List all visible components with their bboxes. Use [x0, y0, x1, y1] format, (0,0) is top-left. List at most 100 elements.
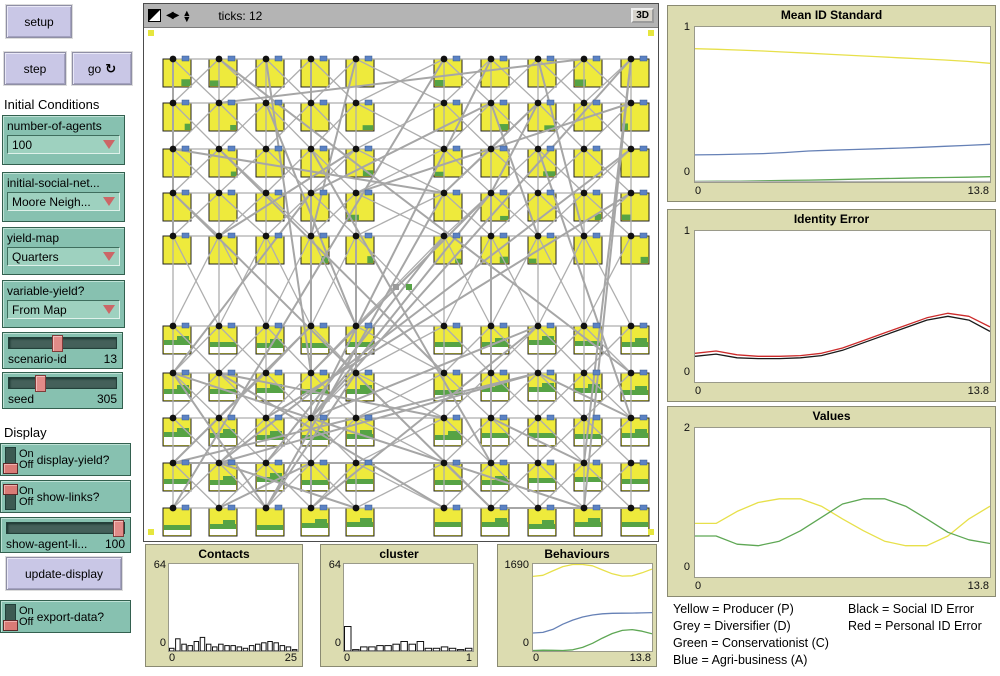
plot-mean-id-standard: Mean ID Standard 1 0 0 13.8 [667, 5, 996, 202]
x-axis-max: 13.8 [957, 185, 989, 197]
slider-value: 100 [105, 537, 125, 551]
chevron-down-icon [103, 305, 115, 314]
world-view[interactable] [146, 28, 656, 537]
world-widget: ◀▶ ▲▼ ticks: 12 3D [143, 3, 659, 542]
plot-behaviours: Behaviours 1690 0 0 13.8 [497, 544, 657, 667]
go-button-label: go [88, 62, 101, 76]
plot-canvas [169, 564, 298, 651]
switch-show-links[interactable]: OnOff show-links? [0, 480, 131, 513]
switch-handle[interactable] [3, 620, 18, 631]
slider-handle[interactable] [113, 520, 124, 537]
legend-line: Yellow = Producer (P) [673, 601, 829, 618]
x-axis-max: 13.8 [957, 580, 989, 592]
update-display-label: update-display [25, 567, 103, 581]
slider-groove[interactable] [8, 337, 117, 349]
slider-groove[interactable] [8, 377, 117, 389]
netlogo-app: { "control_bar": {"setup": "setup", "ste… [0, 0, 1000, 676]
horizontal-arrows-icon[interactable]: ◀▶ [166, 10, 177, 21]
slider-groove[interactable] [6, 522, 125, 534]
switch-track[interactable] [5, 447, 16, 473]
switch-onoff-labels: OnOff [19, 486, 34, 508]
chooser-value[interactable]: 100 [7, 135, 120, 154]
y-axis-min: 0 [670, 561, 690, 573]
plot-identity-error: Identity Error 1 0 0 13.8 [667, 209, 996, 402]
switch-handle[interactable] [3, 463, 18, 474]
plot-title: cluster [321, 547, 477, 561]
chevron-down-icon [103, 140, 115, 149]
legend-line: Red = Personal ID Error [848, 618, 982, 635]
legend-line: Grey = Diversifier (D) [673, 618, 829, 635]
chooser-initial-social-network[interactable]: initial-social-net... Moore Neigh... [2, 172, 125, 222]
plot-contacts: Contacts 64 0 0 25 [145, 544, 303, 667]
slider-handle[interactable] [52, 335, 63, 352]
slider-label: scenario-id [8, 352, 67, 366]
x-axis-max: 13.8 [619, 652, 651, 664]
chooser-number-of-agents[interactable]: number-of-agents 100 [2, 115, 125, 165]
switch-export-data[interactable]: OnOff export-data? [0, 600, 131, 633]
world-corner-patch [148, 529, 154, 535]
legend-line: Black = Social ID Error [848, 601, 982, 618]
chooser-label: variable-yield? [7, 284, 120, 298]
x-axis-min: 0 [533, 652, 539, 664]
setup-button[interactable]: setup [6, 5, 72, 38]
world-corner-patch [648, 529, 654, 535]
plot-canvas [533, 564, 652, 651]
chevron-down-icon [103, 197, 115, 206]
legend-error-colors: Black = Social ID Error Red = Personal I… [848, 601, 982, 635]
switch-track[interactable] [5, 604, 16, 630]
x-axis-max: 25 [267, 652, 297, 664]
chooser-value[interactable]: Quarters [7, 247, 120, 266]
section-display: Display [4, 425, 47, 440]
y-axis-min: 0 [148, 637, 166, 649]
plot-canvas [695, 27, 990, 182]
chooser-value[interactable]: Moore Neigh... [7, 192, 120, 211]
chevron-down-icon [103, 252, 115, 261]
forever-icon: ↻ [105, 61, 116, 77]
plot-cluster: cluster 64 0 0 1 [320, 544, 478, 667]
switch-display-yield[interactable]: OnOff display-yield? [0, 443, 131, 476]
world-toolbar: ◀▶ ▲▼ ticks: 12 3D [144, 4, 658, 28]
x-axis-min: 0 [695, 385, 701, 397]
plot-title: Contacts [146, 547, 302, 561]
ticks-counter: ticks: 12 [218, 9, 262, 23]
plot-title: Values [668, 409, 995, 423]
plot-values: Values 2 0 0 13.8 [667, 406, 996, 597]
switch-label: display-yield? [37, 453, 110, 467]
y-axis-max: 1 [670, 225, 690, 237]
x-axis-min: 0 [344, 652, 350, 664]
go-button[interactable]: go ↻ [72, 52, 132, 85]
chooser-label: yield-map [7, 231, 120, 245]
y-axis-min: 0 [323, 637, 341, 649]
x-axis-max: 13.8 [957, 385, 989, 397]
chooser-yield-map[interactable]: yield-map Quarters [2, 227, 125, 275]
resize-view-icon[interactable] [148, 9, 161, 22]
plot-title: Mean ID Standard [668, 8, 995, 22]
plot-title: Identity Error [668, 212, 995, 226]
switch-handle[interactable] [3, 484, 18, 495]
chooser-variable-yield[interactable]: variable-yield? From Map [2, 280, 125, 328]
chooser-label: number-of-agents [7, 119, 120, 133]
x-axis-min: 0 [695, 580, 701, 592]
3d-view-button[interactable]: 3D [631, 8, 654, 23]
slider-seed[interactable]: seed 305 [2, 372, 123, 409]
slider-label: seed [8, 392, 34, 406]
slider-handle[interactable] [35, 375, 46, 392]
slider-show-agent-links[interactable]: show-agent-li...100 [0, 517, 131, 553]
y-axis-max: 1690 [498, 559, 529, 571]
section-initial-conditions: Initial Conditions [4, 97, 99, 112]
setup-button-label: setup [24, 15, 53, 29]
step-button[interactable]: step [4, 52, 66, 85]
chooser-value[interactable]: From Map [7, 300, 120, 319]
x-axis-min: 0 [169, 652, 175, 664]
switch-track[interactable] [5, 484, 16, 510]
update-display-button[interactable]: update-display [6, 557, 122, 590]
slider-value: 305 [97, 392, 117, 406]
world-corner-patch [148, 30, 154, 36]
vertical-arrows-icon[interactable]: ▲▼ [182, 10, 191, 22]
plot-canvas [695, 428, 990, 577]
legend-line: Green = Conservationist (C) [673, 635, 829, 652]
slider-scenario-id[interactable]: scenario-id 13 [2, 332, 123, 369]
world-corner-patch [648, 30, 654, 36]
slider-value: 13 [104, 352, 117, 366]
switch-onoff-labels: OnOff [19, 449, 34, 471]
